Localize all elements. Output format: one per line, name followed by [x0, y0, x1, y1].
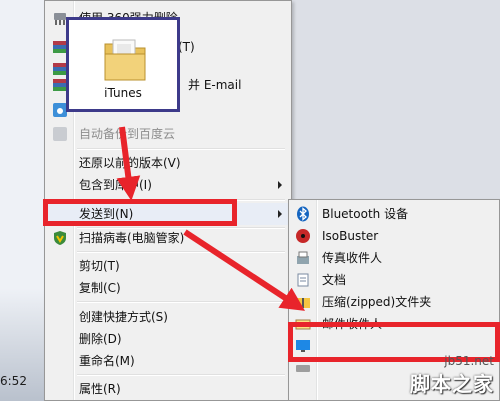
menu-item-label: 包含到库中(I) [79, 178, 152, 192]
isobuster-icon [295, 228, 311, 244]
menu-item-restore-versions[interactable]: 还原以前的版本(V) [48, 152, 288, 174]
menu-item-create-shortcut[interactable]: 创建快捷方式(S) [48, 306, 288, 328]
menu-item-label: 还原以前的版本(V) [79, 156, 181, 170]
menu-separator [77, 301, 285, 303]
menu-item-label: 扫描病毒(电脑管家) [79, 231, 185, 245]
documents-icon [295, 272, 311, 288]
send-to-isobuster[interactable]: IsoBuster [291, 225, 497, 247]
menu-item-label: 自动备份到百度云 [79, 127, 176, 141]
folder-icon [103, 34, 147, 87]
menu-item-rename[interactable]: 重命名(M) [48, 350, 288, 372]
menu-item-label: 复制(C) [79, 281, 121, 295]
send-to-fax[interactable]: 传真收件人 [291, 247, 497, 269]
menu-item-label: 并 E-mail [188, 78, 242, 92]
menu-item-baidu-backup[interactable]: 自动备份到百度云 [48, 123, 288, 145]
cloud-backup-icon [52, 126, 68, 142]
fax-icon [295, 250, 311, 266]
itunes-folder-preview: iTunes [66, 17, 180, 112]
menu-item-scan-virus[interactable]: 扫描病毒(电脑管家) [48, 227, 288, 249]
menu-item-label: 重命名(M) [79, 354, 135, 368]
menu-item-copy[interactable]: 复制(C) [48, 277, 288, 299]
menu-item-properties[interactable]: 属性(R) [48, 378, 288, 400]
highlight-send-to [43, 199, 237, 226]
menu-separator [77, 251, 285, 253]
send-to-label: 文档 [322, 273, 347, 287]
menu-item-cut[interactable]: 剪切(T) [48, 255, 288, 277]
watermark-brand: 脚本之家 [410, 372, 494, 396]
drive-icon [295, 360, 311, 376]
menu-item-label: (T) [178, 40, 195, 54]
zip-folder-icon [295, 294, 311, 310]
menu-item-label: 属性(R) [79, 382, 121, 396]
desktop-background [0, 0, 48, 401]
menu-item-label: 剪切(T) [79, 259, 120, 273]
send-to-documents[interactable]: 文档 [291, 269, 497, 291]
menu-item-label: 删除(D) [79, 332, 122, 346]
shield-icon [52, 230, 68, 246]
submenu-arrow-icon [278, 210, 282, 218]
watermark-site: jb51.net [444, 354, 494, 368]
menu-item-delete[interactable]: 删除(D) [48, 328, 288, 350]
submenu-arrow-icon [278, 181, 282, 189]
menu-item-label: 创建快捷方式(S) [79, 310, 168, 324]
bluetooth-icon [295, 206, 311, 222]
taskbar-clock: 6:52 [0, 374, 27, 388]
send-to-zip-folder[interactable]: 压缩(zipped)文件夹 [291, 291, 497, 313]
send-to-label: IsoBuster [322, 229, 379, 243]
send-to-label: 压缩(zipped)文件夹 [322, 295, 432, 309]
send-to-label: Bluetooth 设备 [322, 207, 409, 221]
send-to-bluetooth[interactable]: Bluetooth 设备 [291, 203, 497, 225]
send-to-label: 传真收件人 [322, 251, 383, 265]
watermark: jb51.net 脚本之家 [410, 354, 494, 397]
itunes-folder-label: iTunes [104, 86, 142, 100]
menu-separator [77, 148, 285, 150]
menu-item-include-in-library[interactable]: 包含到库中(I) [48, 174, 288, 196]
menu-separator [77, 374, 285, 376]
